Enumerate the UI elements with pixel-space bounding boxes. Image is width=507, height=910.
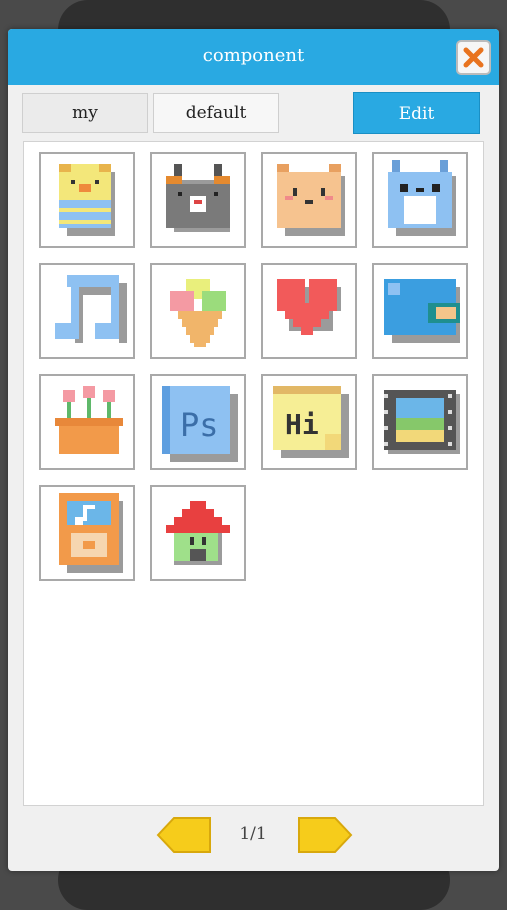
- next-page-button[interactable]: [297, 815, 353, 855]
- svg-text:Hi: Hi: [285, 408, 319, 441]
- component-item[interactable]: [39, 263, 135, 359]
- tab-default[interactable]: default: [153, 93, 279, 133]
- dialog-titlebar: component: [8, 29, 499, 85]
- component-item[interactable]: [39, 374, 135, 470]
- flower-pot-icon: [55, 386, 123, 454]
- component-item[interactable]: [39, 152, 135, 248]
- heart-icon: [277, 279, 341, 335]
- svg-text:Ps: Ps: [180, 406, 219, 444]
- orange-bear-icon: [277, 164, 345, 236]
- component-item[interactable]: Hi: [261, 374, 357, 470]
- component-item[interactable]: [39, 485, 135, 581]
- dialog-title: component: [202, 45, 305, 66]
- component-dialog: component my default Edit Ps Hi 1/1: [8, 29, 499, 871]
- arrow-right-icon: [298, 817, 353, 853]
- close-x-icon: [463, 47, 484, 68]
- component-item[interactable]: [372, 152, 468, 248]
- page-indicator: 1/1: [239, 824, 267, 844]
- component-item[interactable]: [261, 152, 357, 248]
- component-grid: Ps Hi: [23, 141, 484, 806]
- chick-striped-sweater-icon: [59, 164, 115, 236]
- prev-page-button[interactable]: [156, 815, 212, 855]
- component-item[interactable]: [372, 374, 468, 470]
- ice-cream-cone-icon: [170, 279, 226, 347]
- blue-totoro-icon: [388, 160, 456, 236]
- component-item[interactable]: [372, 263, 468, 359]
- component-item[interactable]: Ps: [150, 374, 246, 470]
- photoshop-book-icon: Ps: [162, 386, 238, 462]
- blue-wallet-icon: [384, 279, 460, 343]
- edit-button[interactable]: Edit: [353, 92, 480, 134]
- component-item[interactable]: [150, 152, 246, 248]
- component-item[interactable]: [150, 485, 246, 581]
- tab-my[interactable]: my: [22, 93, 148, 133]
- gray-mouse-icon: [166, 164, 230, 232]
- house-icon: [166, 501, 230, 565]
- film-strip-icon: [384, 390, 460, 454]
- component-item[interactable]: [150, 263, 246, 359]
- hi-sticky-note-icon: Hi: [273, 386, 349, 458]
- close-button[interactable]: [456, 40, 491, 75]
- arrow-left-icon: [156, 817, 211, 853]
- orange-music-player-icon: [59, 493, 123, 573]
- component-item[interactable]: [261, 263, 357, 359]
- music-note-icon: [55, 275, 127, 343]
